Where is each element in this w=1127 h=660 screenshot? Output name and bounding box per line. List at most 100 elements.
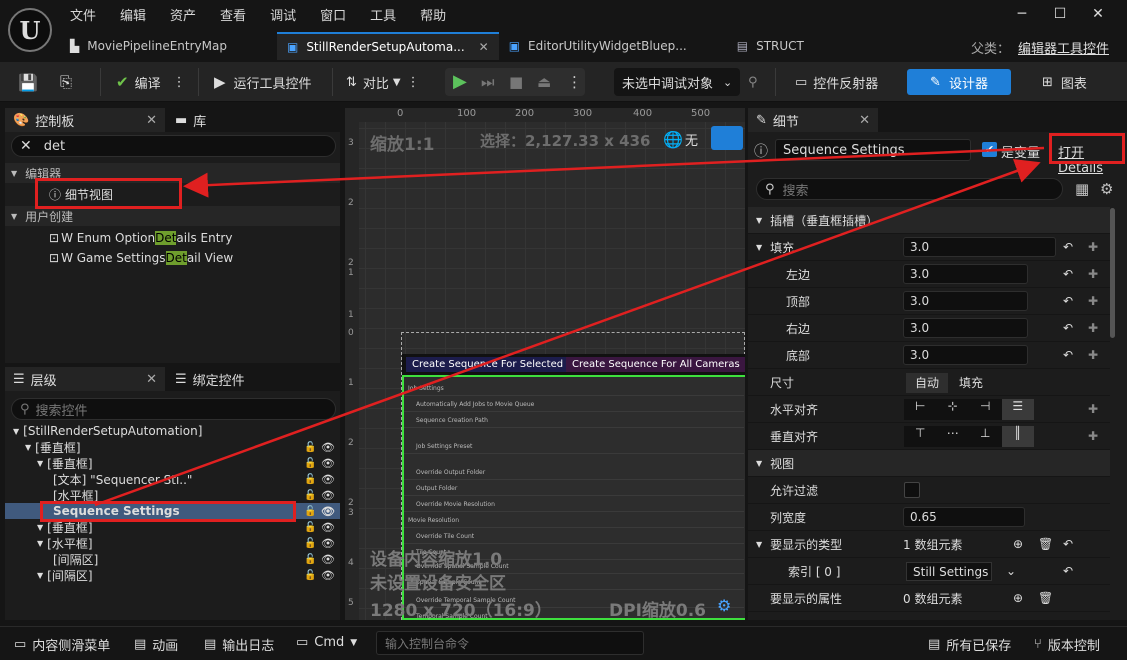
minimize-button[interactable]: ─ — [1003, 6, 1041, 22]
palette-item-enum-option[interactable]: ⊡ W Enum Option Det ails Entry — [5, 228, 340, 248]
eye-icon[interactable]: 👁 — [321, 553, 335, 566]
details-search[interactable]: ⚲ 搜索 — [756, 178, 1063, 200]
step-button[interactable]: ⏭ — [481, 73, 495, 91]
reset-icon[interactable]: ↶ — [1063, 267, 1073, 281]
align-fill-icon[interactable]: ☰ — [1001, 399, 1034, 420]
hierarchy-row[interactable]: ▼ [垂直框] 🔓 👁 — [5, 439, 340, 455]
clear-icon[interactable]: ✕ — [20, 138, 32, 154]
close-icon[interactable]: ✕ — [859, 113, 870, 128]
menu-tools[interactable]: 工具 — [370, 5, 396, 24]
grid-view-icon[interactable]: ▦ — [1075, 180, 1089, 198]
align-right-icon[interactable]: ⊣ — [969, 399, 1002, 420]
widget-name-field[interactable]: Sequence Settings — [775, 139, 971, 161]
add-element-icon[interactable]: ⊕ — [1013, 537, 1023, 551]
tab-palette[interactable]: 🎨 控制板 ✕ — [5, 108, 165, 132]
palette-search[interactable]: ✕ det — [11, 135, 336, 157]
tab-editor-utility[interactable]: ▣ EditorUtilityWidgetBluep... — [499, 32, 727, 60]
reset-icon[interactable]: ↶ — [1063, 564, 1073, 578]
reset-icon[interactable]: ↶ — [1063, 294, 1073, 308]
designer-button[interactable]: ✎ 设计器 — [907, 69, 1011, 95]
menu-asset[interactable]: 资产 — [170, 5, 196, 24]
delete-icon[interactable]: 🗑 — [1038, 591, 1053, 605]
pin-icon[interactable]: ✚ — [1088, 429, 1098, 443]
version-control-button[interactable]: ⑂ 版本控制 — [1034, 635, 1100, 654]
section-slot[interactable]: ▼ 插槽（垂直框插槽） — [748, 207, 1110, 234]
menu-view[interactable]: 查看 — [220, 5, 246, 24]
eject-button[interactable]: ⏏ — [537, 73, 551, 91]
hierarchy-row[interactable]: ▼ [间隔区] 🔓 👁 — [5, 567, 340, 583]
details-scrollbar[interactable] — [1110, 208, 1115, 338]
pin-icon[interactable]: ✚ — [1088, 348, 1098, 362]
eye-icon[interactable]: 👁 — [321, 569, 335, 582]
is-variable-checkbox[interactable]: ✔ — [982, 142, 997, 157]
toggle-button[interactable] — [711, 126, 743, 150]
hierarchy-row[interactable]: ▼ [水平框] 🔓 👁 — [5, 535, 340, 551]
menu-file[interactable]: 文件 — [70, 5, 96, 24]
more-icon[interactable]: ⋮ — [567, 73, 582, 91]
settings-icon[interactable]: ⚙ — [1100, 180, 1113, 198]
menu-edit[interactable]: 编辑 — [120, 5, 146, 24]
hierarchy-row[interactable]: ▼ [垂直框] 🔓 👁 — [5, 455, 340, 471]
eye-icon[interactable]: 👁 — [321, 521, 335, 534]
output-log-button[interactable]: ▤ 输出日志 — [204, 635, 274, 654]
diff-button[interactable]: ⇅ 对比 ▼ ⋮ — [346, 70, 420, 94]
lock-icon[interactable]: 🔓 — [304, 490, 316, 501]
eye-icon[interactable]: 👁 — [321, 441, 335, 454]
padding-field[interactable]: 3.0 — [903, 237, 1056, 257]
save-button[interactable]: 💾 — [18, 70, 38, 94]
column-width-field[interactable]: 0.65 — [903, 507, 1025, 527]
debug-target-dropdown[interactable]: 未选中调试对象 ⌄ — [614, 68, 740, 96]
hierarchy-row[interactable]: [间隔区] 🔓 👁 — [5, 551, 340, 567]
browse-button[interactable]: ⎘ — [60, 70, 72, 94]
tab-library[interactable]: ▬ 库 — [167, 108, 215, 132]
hierarchy-row[interactable]: ▼ [StillRenderSetupAutomation] — [5, 423, 340, 439]
chevron-down-icon[interactable]: ▼ — [25, 443, 31, 452]
tab-map[interactable]: ▙ MoviePipelineEntryMap — [60, 32, 277, 60]
palette-item-game-settings[interactable]: ⊡ W Game Settings Det ail View — [5, 248, 340, 268]
lock-icon[interactable]: 🔓 — [304, 570, 316, 581]
menu-window[interactable]: 窗口 — [320, 5, 346, 24]
content-drawer-button[interactable]: ▭ 内容侧滑菜单 — [14, 635, 110, 654]
eye-icon[interactable]: 👁 — [321, 489, 335, 502]
menu-help[interactable]: 帮助 — [420, 5, 446, 24]
chevron-down-icon[interactable]: ▼ — [37, 459, 43, 468]
close-icon[interactable]: ✕ — [146, 113, 157, 128]
close-icon[interactable]: ✕ — [479, 40, 489, 54]
designer-viewport[interactable]: 0 100 200 300 400 500 3 2 2 1 1 0 1 2 2 … — [345, 108, 745, 620]
console-input[interactable]: 输入控制台命令 — [376, 631, 644, 655]
lock-icon[interactable]: 🔓 — [304, 474, 316, 485]
align-fill-vertical-icon[interactable]: ║ — [1001, 426, 1034, 447]
lock-icon[interactable]: 🔓 — [304, 442, 316, 453]
pin-icon[interactable]: ✚ — [1088, 240, 1098, 254]
pin-icon[interactable]: ✚ — [1088, 321, 1098, 335]
padding-side-field[interactable]: 3.0 — [903, 345, 1028, 365]
tab-still-render[interactable]: ▣ StillRenderSetupAutoma... ✕ — [276, 32, 499, 60]
eye-icon[interactable]: 👁 — [321, 537, 335, 550]
play-button[interactable]: ▶ — [453, 71, 467, 92]
lock-icon[interactable]: 🔓 — [304, 554, 316, 565]
all-saved-button[interactable]: ▤ 所有已保存 — [928, 635, 1011, 654]
globe-icon[interactable]: 🌐 — [663, 130, 683, 149]
chevron-down-icon[interactable]: ⌄ — [1006, 564, 1016, 578]
chevron-down-icon[interactable]: ▼ — [37, 571, 43, 580]
compile-button[interactable]: ✔ 编译 ⋮ — [116, 70, 186, 94]
size-auto-button[interactable]: 自动 — [906, 373, 948, 393]
padding-side-field[interactable]: 3.0 — [903, 291, 1028, 311]
add-element-icon[interactable]: ⊕ — [1013, 591, 1023, 605]
tab-bind-widgets[interactable]: ☰ 绑定控件 — [167, 367, 253, 391]
reset-icon[interactable]: ↶ — [1063, 348, 1073, 362]
animation-button[interactable]: ▤ 动画 — [134, 635, 178, 654]
create-all-cameras-button[interactable]: Create Sequence For All Cameras — [566, 357, 745, 372]
pin-icon[interactable]: ✚ — [1088, 267, 1098, 281]
close-window-button[interactable]: ✕ — [1079, 6, 1117, 22]
category-user-created[interactable]: ▼ 用户创建 — [5, 206, 340, 226]
reset-icon[interactable]: ↶ — [1063, 321, 1073, 335]
close-icon[interactable]: ✕ — [146, 372, 157, 387]
widget-reflector-button[interactable]: ▭ 控件反射器 — [795, 70, 878, 94]
lock-icon[interactable]: 🔓 — [304, 458, 316, 469]
section-view[interactable]: ▼ 视图 — [748, 450, 1110, 477]
reset-icon[interactable]: ↶ — [1063, 240, 1073, 254]
align-bottom-icon[interactable]: ⊥ — [969, 426, 1002, 447]
create-selected-button[interactable]: Create Sequence For Selected — [406, 357, 570, 372]
gear-icon[interactable]: ⚙ — [717, 596, 731, 615]
